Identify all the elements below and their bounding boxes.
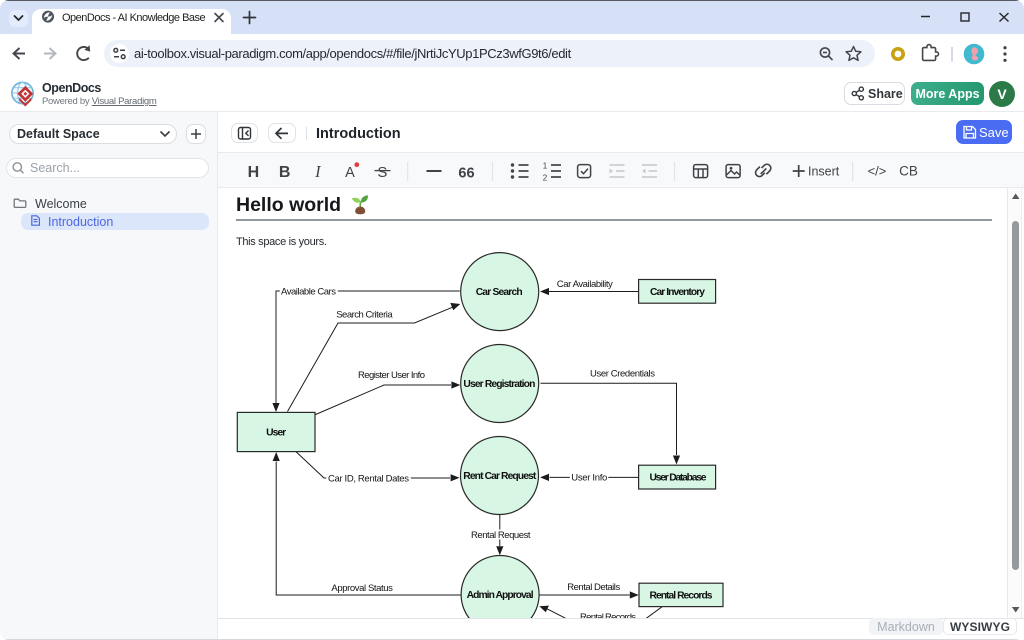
svg-text:Car Availability: Car Availability bbox=[557, 279, 613, 290]
svg-text:Approval Status: Approval Status bbox=[331, 583, 393, 594]
svg-text:Rental Request: Rental Request bbox=[471, 530, 531, 541]
svg-text:User Info: User Info bbox=[571, 473, 607, 484]
svg-text:Car Search: Car Search bbox=[476, 287, 523, 298]
svg-text:Admin Approval: Admin Approval bbox=[467, 590, 534, 601]
svg-text:Rental Details: Rental Details bbox=[567, 582, 620, 593]
svg-text:Rent Car Request: Rent Car Request bbox=[463, 471, 537, 482]
svg-text:User Database: User Database bbox=[650, 473, 707, 484]
svg-text:Register User Info: Register User Info bbox=[358, 370, 425, 381]
svg-text:User: User bbox=[266, 428, 286, 439]
svg-text:Search Criteria: Search Criteria bbox=[336, 309, 393, 320]
svg-text:User Registration: User Registration bbox=[463, 379, 535, 390]
svg-text:Car Inventory: Car Inventory bbox=[650, 287, 705, 298]
svg-text:User Credentials: User Credentials bbox=[590, 368, 655, 379]
svg-text:Rental Records: Rental Records bbox=[650, 591, 713, 602]
svg-text:Available Cars: Available Cars bbox=[281, 286, 336, 297]
svg-text:Car ID, Rental Dates: Car ID, Rental Dates bbox=[328, 473, 409, 484]
